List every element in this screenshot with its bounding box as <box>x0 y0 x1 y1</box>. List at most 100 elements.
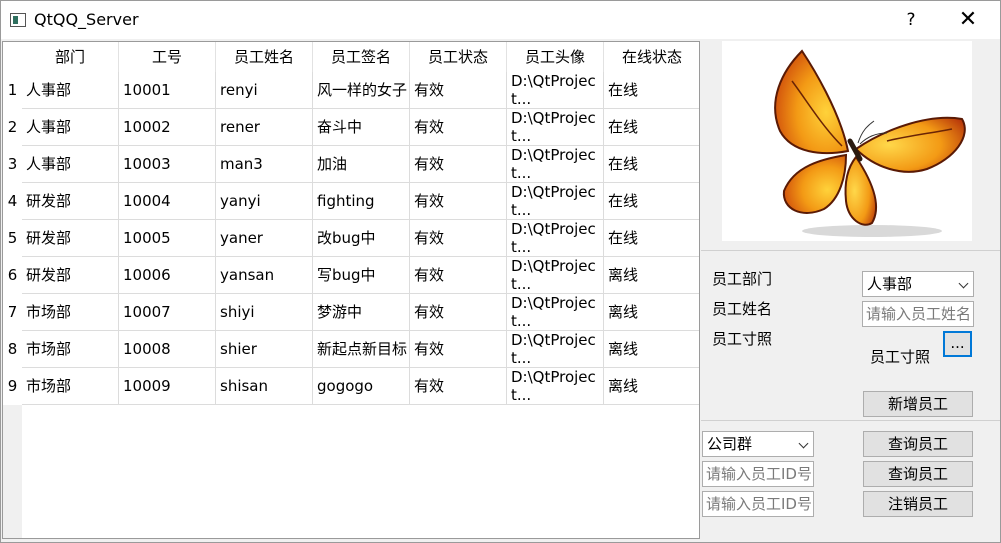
close-button[interactable]: ✕ <box>948 7 988 33</box>
table-cell[interactable]: yansan <box>216 257 313 294</box>
table-row[interactable]: 市场部 10008 shier 新起点新目标 有效 D:\QtProject... 离线 <box>22 331 699 368</box>
employee-name-input[interactable]: 请输入员工姓名 <box>862 301 974 327</box>
table-cell[interactable]: D:\QtProject... <box>507 146 604 183</box>
table-cell[interactable]: yanyi <box>216 183 313 220</box>
table-cell[interactable]: 写bug中 <box>313 257 410 294</box>
row-number[interactable]: 6 <box>3 257 22 294</box>
row-number[interactable]: 1 <box>3 72 22 109</box>
row-number[interactable]: 9 <box>3 368 22 405</box>
table-cell[interactable]: fighting <box>313 183 410 220</box>
column-header[interactable]: 工号 <box>119 42 216 72</box>
table-cell[interactable]: 有效 <box>410 72 507 109</box>
column-header[interactable]: 员工状态 <box>410 42 507 72</box>
table-cell[interactable]: 10008 <box>119 331 216 368</box>
table-cell[interactable]: 在线 <box>604 109 699 146</box>
table-cell[interactable]: 奋斗中 <box>313 109 410 146</box>
table-cell[interactable]: 离线 <box>604 331 699 368</box>
table-row[interactable]: 人事部 10003 man3 加油 有效 D:\QtProject... 在线 <box>22 146 699 183</box>
table-cell[interactable]: rener <box>216 109 313 146</box>
table-cell[interactable]: 市场部 <box>22 331 119 368</box>
table-cell[interactable]: 研发部 <box>22 220 119 257</box>
employee-table[interactable]: 部门 工号 员工姓名 员工签名 员工状态 员工头像 在线状态 123456789 人事部 10… <box>2 41 700 539</box>
table-cell[interactable]: 离线 <box>604 257 699 294</box>
table-cell[interactable]: D:\QtProject... <box>507 257 604 294</box>
row-number[interactable]: 3 <box>3 146 22 183</box>
table-row[interactable]: 人事部 10001 renyi 风一样的女子 有效 D:\QtProject... 在线 <box>22 72 699 109</box>
row-number[interactable]: 2 <box>3 109 22 146</box>
table-cell[interactable]: 人事部 <box>22 146 119 183</box>
employee-id-input-logout[interactable]: 请输入员工ID号 <box>702 491 814 517</box>
table-cell[interactable]: 离线 <box>604 368 699 405</box>
table-cell[interactable]: 10005 <box>119 220 216 257</box>
query-employee-button[interactable]: 查询员工 <box>863 431 973 457</box>
column-header[interactable]: 员工姓名 <box>216 42 313 72</box>
table-cell[interactable]: 10002 <box>119 109 216 146</box>
table-row[interactable]: 市场部 10009 shisan gogogo 有效 D:\QtProject... 离线 <box>22 368 699 405</box>
table-cell[interactable]: shiyi <box>216 294 313 331</box>
table-cell[interactable]: gogogo <box>313 368 410 405</box>
table-cell[interactable]: 在线 <box>604 220 699 257</box>
table-cell[interactable]: 风一样的女子 <box>313 72 410 109</box>
table-row[interactable]: 市场部 10007 shiyi 梦游中 有效 D:\QtProject... 离线 <box>22 294 699 331</box>
column-header[interactable]: 员工签名 <box>313 42 410 72</box>
table-cell[interactable]: 有效 <box>410 109 507 146</box>
table-cell[interactable]: 10006 <box>119 257 216 294</box>
table-cell[interactable]: 有效 <box>410 368 507 405</box>
table-cell[interactable]: 在线 <box>604 183 699 220</box>
table-cell[interactable]: 有效 <box>410 146 507 183</box>
table-cell[interactable]: 有效 <box>410 183 507 220</box>
table-cell[interactable]: 10001 <box>119 72 216 109</box>
column-header[interactable]: 部门 <box>22 42 119 72</box>
help-button[interactable]: ? <box>891 7 931 33</box>
table-cell[interactable]: 研发部 <box>22 257 119 294</box>
table-cell[interactable]: D:\QtProject... <box>507 72 604 109</box>
table-cell[interactable]: 市场部 <box>22 368 119 405</box>
query-employee-button-2[interactable]: 查询员工 <box>863 461 973 487</box>
logout-employee-button[interactable]: 注销员工 <box>863 491 973 517</box>
table-cell[interactable]: 有效 <box>410 220 507 257</box>
table-cell[interactable]: yaner <box>216 220 313 257</box>
table-cell[interactable]: 10004 <box>119 183 216 220</box>
table-cell[interactable]: 有效 <box>410 331 507 368</box>
table-cell[interactable]: renyi <box>216 72 313 109</box>
table-cell[interactable]: D:\QtProject... <box>507 294 604 331</box>
table-cell[interactable]: 新起点新目标 <box>313 331 410 368</box>
row-number[interactable]: 5 <box>3 220 22 257</box>
table-cell[interactable]: shier <box>216 331 313 368</box>
table-cell[interactable]: 10009 <box>119 368 216 405</box>
table-cell[interactable]: 加油 <box>313 146 410 183</box>
column-header[interactable]: 员工头像 <box>507 42 604 72</box>
table-cell[interactable]: 有效 <box>410 257 507 294</box>
table-cell[interactable]: 研发部 <box>22 183 119 220</box>
table-corner-button[interactable] <box>3 42 22 72</box>
table-row[interactable]: 研发部 10005 yaner 改bug中 有效 D:\QtProject... 在线 <box>22 220 699 257</box>
table-cell[interactable]: D:\QtProject... <box>507 368 604 405</box>
table-cell[interactable]: 市场部 <box>22 294 119 331</box>
employee-id-input-query[interactable]: 请输入员工ID号 <box>702 461 814 487</box>
table-cell[interactable]: 在线 <box>604 72 699 109</box>
table-row[interactable]: 研发部 10006 yansan 写bug中 有效 D:\QtProject... 离线 <box>22 257 699 294</box>
table-cell[interactable]: D:\QtProject... <box>507 109 604 146</box>
department-select[interactable]: 人事部 <box>862 271 974 297</box>
table-cell[interactable]: shisan <box>216 368 313 405</box>
table-cell[interactable]: 10003 <box>119 146 216 183</box>
table-cell[interactable]: 离线 <box>604 294 699 331</box>
table-cell[interactable]: 10007 <box>119 294 216 331</box>
table-cell[interactable]: man3 <box>216 146 313 183</box>
column-header[interactable]: 在线状态 <box>604 42 699 72</box>
row-number[interactable]: 4 <box>3 183 22 220</box>
table-row[interactable]: 人事部 10002 rener 奋斗中 有效 D:\QtProject... 在线 <box>22 109 699 146</box>
row-number[interactable]: 7 <box>3 294 22 331</box>
table-cell[interactable]: D:\QtProject... <box>507 220 604 257</box>
table-cell[interactable]: D:\QtProject... <box>507 183 604 220</box>
table-cell[interactable]: 梦游中 <box>313 294 410 331</box>
group-select[interactable]: 公司群 <box>702 431 814 457</box>
table-cell[interactable]: 在线 <box>604 146 699 183</box>
table-cell[interactable]: 有效 <box>410 294 507 331</box>
add-employee-button[interactable]: 新增员工 <box>863 391 973 417</box>
table-cell[interactable]: D:\QtProject... <box>507 331 604 368</box>
table-cell[interactable]: 人事部 <box>22 109 119 146</box>
table-row[interactable]: 研发部 10004 yanyi fighting 有效 D:\QtProject... 在线 <box>22 183 699 220</box>
row-number[interactable]: 8 <box>3 331 22 368</box>
table-cell[interactable]: 改bug中 <box>313 220 410 257</box>
